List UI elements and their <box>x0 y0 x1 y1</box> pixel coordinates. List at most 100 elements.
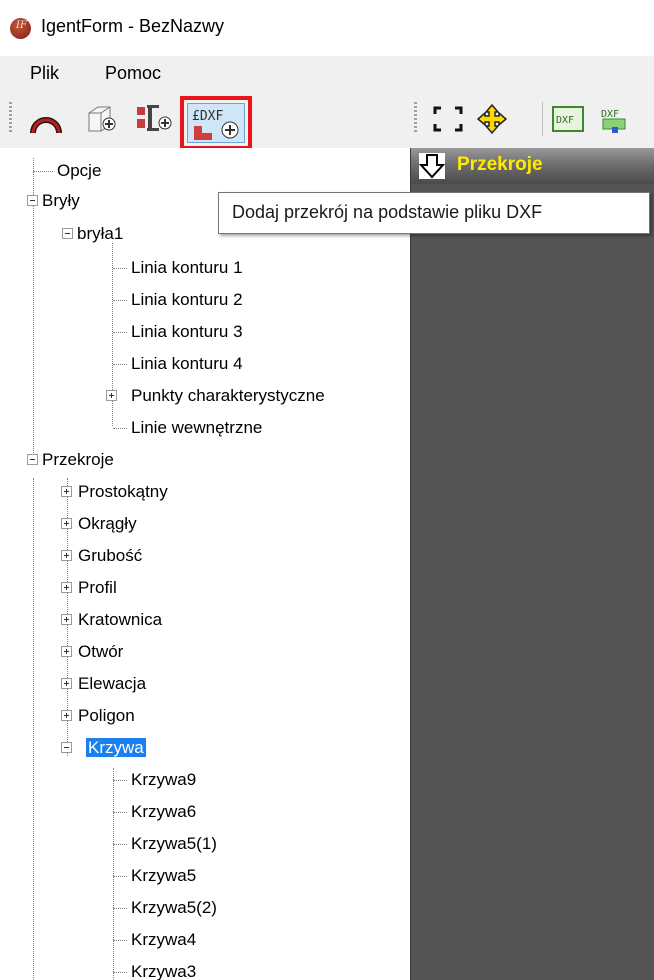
dxf-button[interactable]: DXF <box>548 100 588 138</box>
tree-node-label: Linie wewnętrzne <box>131 418 263 437</box>
tree-node-label: Punkty charakterystyczne <box>131 386 325 405</box>
expand-toggle[interactable] <box>61 710 72 721</box>
tree-node-label: Linia konturu 3 <box>131 322 243 341</box>
toolbar-separator <box>542 102 543 136</box>
tree-connector <box>113 364 127 365</box>
dxf-export-button[interactable]: DXF <box>596 100 636 138</box>
project-tree[interactable]: Opcje Bryły bryła1 Linia konturu 1 Linia… <box>0 148 410 980</box>
tree-node-przekroje[interactable]: Przekroje <box>40 446 116 474</box>
toolbar-grip[interactable] <box>9 102 12 134</box>
tree-node-krzywa3[interactable]: Krzywa3 <box>129 958 198 980</box>
menu-bar: Plik Pomoc <box>0 56 654 92</box>
tree-node-punkty-charakterystyczne[interactable]: Punkty charakterystyczne <box>129 382 327 410</box>
expand-toggle[interactable] <box>106 390 117 401</box>
tree-node-opcje[interactable]: Opcje <box>55 157 103 185</box>
tree-connector <box>113 768 114 980</box>
expand-toggle[interactable] <box>61 678 72 689</box>
tree-node-krzywa4[interactable]: Krzywa4 <box>129 926 198 954</box>
add-beam-button[interactable] <box>134 100 174 138</box>
tree-node-label: Kratownica <box>78 610 163 629</box>
tree-node-okragly[interactable]: Okrągły <box>76 510 139 538</box>
tree-node-label: bryła1 <box>77 224 124 243</box>
tree-node-kratownica[interactable]: Kratownica <box>76 606 164 634</box>
collapse-toggle[interactable] <box>62 228 73 239</box>
tree-node-label: Opcje <box>57 161 102 180</box>
expand-toggle[interactable] <box>61 550 72 561</box>
collapse-toggle[interactable] <box>61 742 72 753</box>
tree-node-linia-konturu-4[interactable]: Linia konturu 4 <box>129 350 245 378</box>
tree-node-label: Prostokątny <box>78 482 168 501</box>
drawing-panel[interactable]: Przekroje <box>410 148 654 980</box>
tree-node-label: Krzywa5 <box>131 866 197 885</box>
tree-node-krzywa[interactable]: Krzywa <box>86 734 146 762</box>
tree-node-poligon[interactable]: Poligon <box>76 702 137 730</box>
add-dxf-section-icon: £DXF <box>192 109 239 140</box>
add-dxf-section-button[interactable]: £DXF <box>180 96 252 150</box>
tree-node-grubosc[interactable]: Grubość <box>76 542 144 570</box>
add-beam-icon <box>137 105 172 131</box>
toolbar-grip-2[interactable] <box>414 102 417 134</box>
tree-node-label: Krzywa5(1) <box>131 834 217 853</box>
tree-node-linia-konturu-2[interactable]: Linia konturu 2 <box>129 286 245 314</box>
svg-text:DXF: DXF <box>556 115 574 126</box>
tree-node-label: Krzywa3 <box>131 962 197 980</box>
expand-toggle[interactable] <box>61 486 72 497</box>
tree-node-linia-konturu-1[interactable]: Linia konturu 1 <box>129 254 245 282</box>
expand-toggle[interactable] <box>61 614 72 625</box>
add-solid-icon <box>88 106 116 132</box>
tree-connector <box>33 171 53 172</box>
tree-node-label: Krzywa9 <box>131 770 197 789</box>
svg-text:DXF: DXF <box>601 109 619 120</box>
tree-node-profil[interactable]: Profil <box>76 574 119 602</box>
zoom-extents-icon <box>433 106 463 132</box>
tree-node-prostokatny[interactable]: Prostokątny <box>76 478 170 506</box>
tree-node-linia-konturu-3[interactable]: Linia konturu 3 <box>129 318 245 346</box>
tree-connector <box>113 940 127 941</box>
tree-connector <box>113 780 127 781</box>
pan-button[interactable] <box>472 100 512 138</box>
tree-node-label: Linia konturu 2 <box>131 290 243 309</box>
tree-connector <box>113 332 127 333</box>
collapse-toggle[interactable] <box>27 454 38 465</box>
tree-node-krzywa5[interactable]: Krzywa5 <box>129 862 198 890</box>
app-logo-icon: IF <box>10 18 31 39</box>
add-solid-button[interactable] <box>82 100 122 138</box>
tree-node-krzywa6[interactable]: Krzywa6 <box>129 798 198 826</box>
tree-connector <box>33 478 34 980</box>
zoom-extents-button[interactable] <box>428 100 468 138</box>
tree-node-label: Elewacja <box>78 674 147 693</box>
svg-text:£DXF: £DXF <box>192 109 223 124</box>
tree-node-otwor[interactable]: Otwór <box>76 638 125 666</box>
tree-node-label: Krzywa5(2) <box>131 898 217 917</box>
tooltip: Dodaj przekrój na podstawie pliku DXF <box>218 192 650 234</box>
tree-node-krzywa5-1[interactable]: Krzywa5(1) <box>129 830 219 858</box>
tree-node-label: Okrągły <box>78 514 137 533</box>
tree-node-elewacja[interactable]: Elewacja <box>76 670 148 698</box>
tree-node-linie-wewnetrzne[interactable]: Linie wewnętrzne <box>129 414 264 442</box>
expand-toggle[interactable] <box>61 518 72 529</box>
menu-pomoc[interactable]: Pomoc <box>105 63 161 84</box>
tree-node-krzywa5-2[interactable]: Krzywa5(2) <box>129 894 219 922</box>
tooltip-text: Dodaj przekrój na podstawie pliku DXF <box>232 202 543 222</box>
panel-title: Przekroje <box>457 154 543 175</box>
tree-node-bryly[interactable]: Bryły <box>40 187 82 215</box>
tree-node-label: Poligon <box>78 706 135 725</box>
toolbar: £DXF DXF DXF <box>0 92 654 150</box>
collapse-toggle[interactable] <box>27 195 38 206</box>
expand-toggle[interactable] <box>61 646 72 657</box>
tree-connector <box>113 428 127 429</box>
tree-node-bryla1[interactable]: bryła1 <box>75 220 125 248</box>
dxf-icon: DXF <box>552 106 584 132</box>
tree-connector <box>113 844 127 845</box>
title-bar: IF IgentForm - BezNazwy <box>0 0 654 56</box>
menu-plik[interactable]: Plik <box>30 63 59 84</box>
arc-icon <box>30 117 62 134</box>
tree-node-label: Otwór <box>78 642 124 661</box>
tree-node-label: Linia konturu 4 <box>131 354 243 373</box>
tree-node-label: Krzywa6 <box>131 802 197 821</box>
down-arrow-icon[interactable] <box>418 153 446 179</box>
expand-toggle[interactable] <box>61 582 72 593</box>
tree-node-label: Linia konturu 1 <box>131 258 243 277</box>
tree-node-krzywa9[interactable]: Krzywa9 <box>129 766 198 794</box>
arc-button[interactable] <box>26 100 66 138</box>
